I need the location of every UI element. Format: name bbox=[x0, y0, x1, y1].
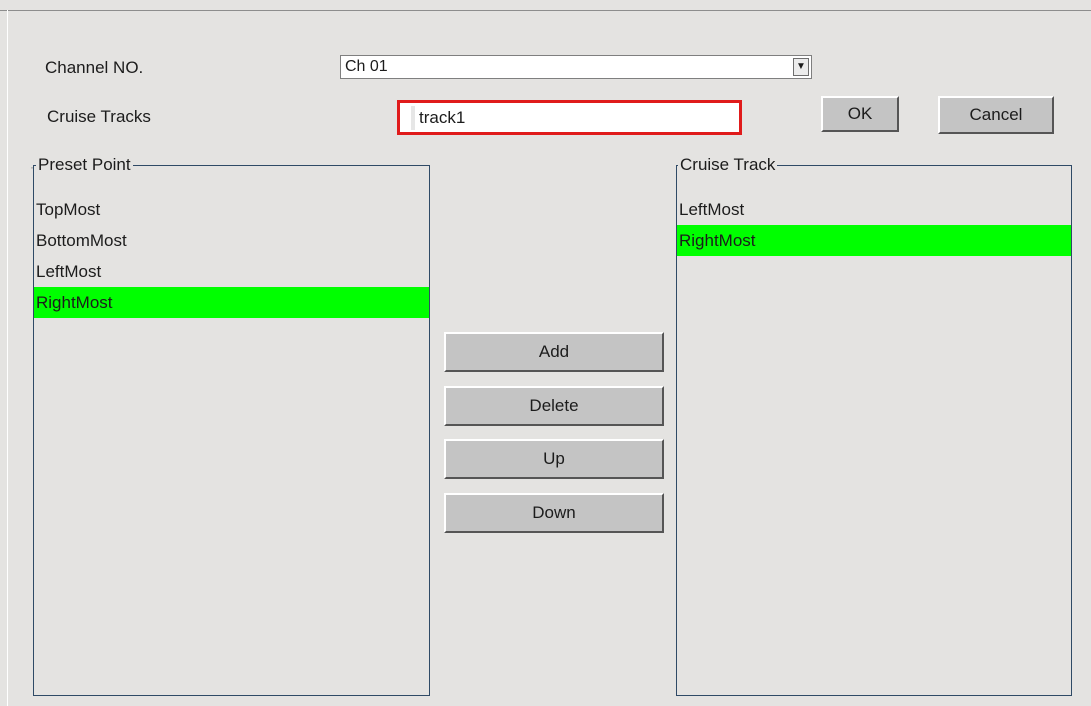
list-item[interactable]: BottomMost bbox=[34, 225, 429, 256]
channel-label: Channel NO. bbox=[45, 58, 144, 77]
cancel-button[interactable]: Cancel bbox=[938, 96, 1054, 134]
left-divider bbox=[7, 10, 8, 706]
top-divider bbox=[0, 10, 1091, 11]
list-item[interactable]: LeftMost bbox=[677, 194, 1071, 225]
up-button[interactable]: Up bbox=[444, 439, 664, 479]
channel-select[interactable]: Ch 01 ▼ bbox=[340, 55, 812, 79]
preset-point-title: Preset Point bbox=[36, 155, 133, 175]
list-item[interactable]: LeftMost bbox=[34, 256, 429, 287]
down-button[interactable]: Down bbox=[444, 493, 664, 533]
chevron-down-icon[interactable]: ▼ bbox=[793, 58, 809, 76]
cruise-track-name-value[interactable]: track1 bbox=[411, 106, 733, 130]
preset-point-list[interactable]: TopMost BottomMost LeftMost RightMost bbox=[33, 165, 430, 696]
cruise-track-title: Cruise Track bbox=[678, 155, 778, 175]
ok-button[interactable]: OK bbox=[821, 96, 899, 132]
cruise-track-name-field[interactable]: track1 bbox=[397, 100, 742, 135]
add-button[interactable]: Add bbox=[444, 332, 664, 372]
delete-button[interactable]: Delete bbox=[444, 386, 664, 426]
group-bullet: · bbox=[30, 160, 34, 174]
list-item[interactable]: TopMost bbox=[34, 194, 429, 225]
cruise-tracks-label: Cruise Tracks bbox=[47, 107, 151, 126]
cruise-track-list[interactable]: LeftMost RightMost bbox=[676, 165, 1072, 696]
channel-select-value: Ch 01 bbox=[345, 58, 388, 75]
list-item[interactable]: RightMost bbox=[677, 225, 1071, 256]
list-item[interactable]: RightMost bbox=[34, 287, 429, 318]
